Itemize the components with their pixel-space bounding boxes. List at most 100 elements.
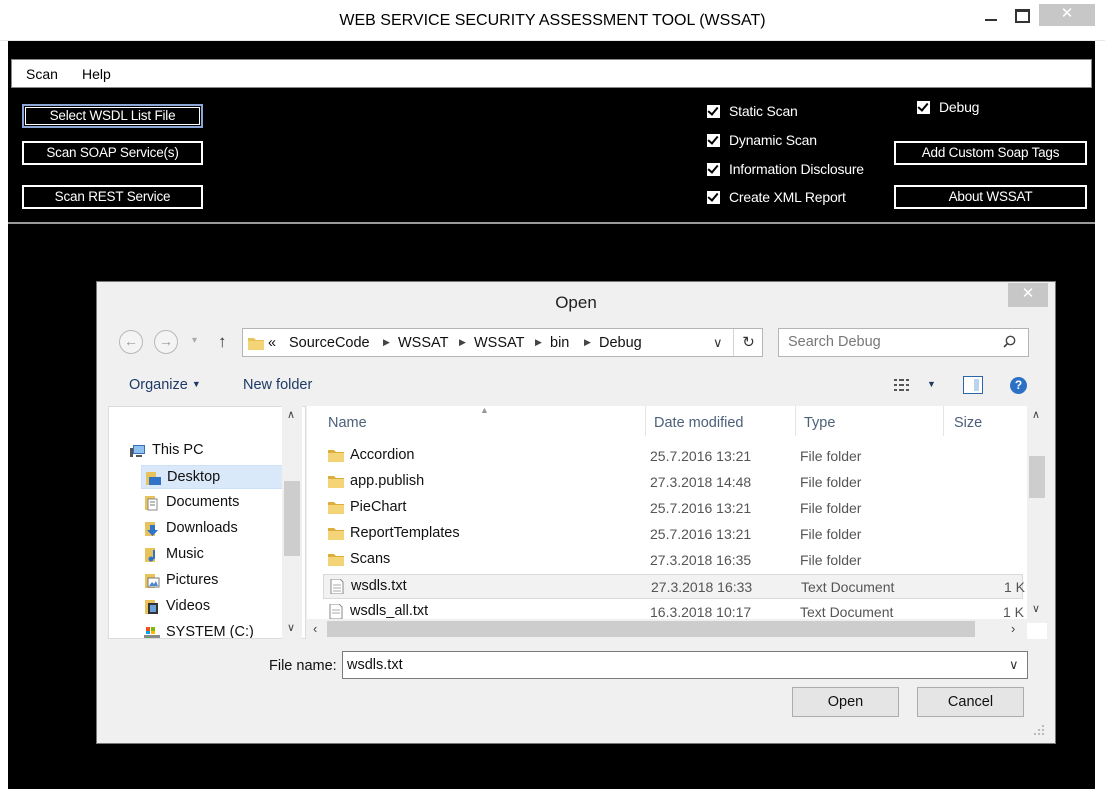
- scrollbar-thumb[interactable]: [284, 481, 300, 556]
- chevron-down-icon[interactable]: ∨: [1009, 657, 1019, 673]
- maximize-icon[interactable]: [1008, 4, 1036, 28]
- recent-locations-chevron-icon[interactable]: ▾: [192, 335, 197, 346]
- file-row[interactable]: Accordion 25.7.2016 13:21 File folder: [323, 444, 1023, 469]
- nav-item-music[interactable]: Music: [141, 543, 285, 567]
- scan-soap-button[interactable]: Scan SOAP Service(s): [22, 141, 203, 165]
- file-row[interactable]: app.publish 27.3.2018 14:48 File folder: [323, 470, 1023, 495]
- file-list-horizontal-scrollbar[interactable]: ‹ ›: [307, 619, 1027, 639]
- nav-item-this-pc[interactable]: This PC: [127, 439, 287, 463]
- nav-item-label: Desktop: [167, 469, 221, 485]
- nav-item-documents[interactable]: Documents: [141, 491, 285, 515]
- nav-item-label: Videos: [166, 598, 211, 614]
- file-list-vertical-scrollbar[interactable]: ∧ ∨: [1027, 406, 1047, 623]
- breadcrumb-item[interactable]: WSSAT: [474, 335, 524, 351]
- preview-pane-icon[interactable]: [963, 376, 983, 394]
- column-header-size[interactable]: Size: [954, 415, 982, 431]
- file-name: PieChart: [350, 499, 407, 515]
- organize-menu[interactable]: Organize ▼: [129, 377, 201, 393]
- file-size: 1 K: [1003, 604, 1025, 620]
- file-name-input[interactable]: [347, 657, 987, 673]
- chevron-right-icon[interactable]: ▶: [459, 337, 466, 348]
- address-bar[interactable]: « SourceCode ▶ WSSAT ▶ WSSAT ▶ bin ▶ Deb…: [242, 328, 763, 357]
- file-row[interactable]: Scans 27.3.2018 16:35 File folder: [323, 548, 1023, 573]
- breadcrumb-item[interactable]: WSSAT: [398, 335, 448, 351]
- scrollbar-thumb[interactable]: [327, 621, 975, 637]
- chevron-up-icon[interactable]: ∧: [1032, 408, 1040, 421]
- drive-icon: [144, 627, 160, 638]
- search-input[interactable]: [788, 334, 988, 350]
- file-name-combobox[interactable]: ∨: [342, 651, 1028, 679]
- search-icon[interactable]: [1003, 335, 1016, 348]
- chevron-right-icon[interactable]: ›: [1011, 621, 1015, 636]
- breadcrumb-item[interactable]: SourceCode: [289, 335, 370, 351]
- nav-item-label: This PC: [152, 442, 204, 458]
- help-icon[interactable]: ?: [1010, 377, 1027, 394]
- scan-rest-button[interactable]: Scan REST Service: [22, 185, 203, 209]
- up-arrow-icon[interactable]: ↑: [218, 332, 227, 352]
- nav-item-downloads[interactable]: Downloads: [141, 517, 285, 541]
- address-dropdown-icon[interactable]: ∨: [713, 335, 723, 351]
- breadcrumb-item[interactable]: Debug: [599, 335, 642, 351]
- file-type: File folder: [800, 448, 862, 464]
- breadcrumb-item[interactable]: bin: [550, 335, 569, 351]
- chevron-right-icon[interactable]: ▶: [383, 337, 390, 348]
- open-button[interactable]: Open: [792, 687, 899, 717]
- window-title: WEB SERVICE SECURITY ASSESSMENT TOOL (WS…: [339, 12, 766, 29]
- minimize-icon[interactable]: [978, 4, 1006, 28]
- nav-pane-scrollbar[interactable]: ∧ ∨: [282, 406, 302, 639]
- sort-ascending-icon: ▲: [480, 406, 489, 415]
- view-options-icon[interactable]: [894, 378, 914, 392]
- column-header-date[interactable]: Date modified: [654, 415, 743, 431]
- file-row[interactable]: ReportTemplates 25.7.2016 13:21 File fol…: [323, 522, 1023, 547]
- column-header-type[interactable]: Type: [804, 415, 835, 431]
- music-folder-icon: [145, 548, 155, 562]
- add-custom-soap-tags-button[interactable]: Add Custom Soap Tags: [894, 141, 1087, 165]
- file-list: ▲ Name Date modified Type Size Accordion…: [307, 406, 1047, 639]
- file-type: Text Document: [801, 579, 895, 595]
- column-header-name[interactable]: Name: [328, 415, 367, 431]
- column-divider[interactable]: [645, 406, 646, 436]
- view-chevron-down-icon[interactable]: ▼: [927, 379, 936, 389]
- chevron-down-icon[interactable]: ∨: [1032, 602, 1040, 615]
- file-type: File folder: [800, 552, 862, 568]
- chevron-up-icon[interactable]: ∧: [287, 408, 295, 421]
- about-wssat-button[interactable]: About WSSAT: [894, 185, 1087, 209]
- search-box[interactable]: [778, 328, 1029, 357]
- chevron-left-icon[interactable]: ‹: [313, 621, 317, 636]
- nav-item-label: Documents: [166, 494, 240, 510]
- file-type: File folder: [800, 526, 862, 542]
- file-type: File folder: [800, 500, 862, 516]
- scrollbar-thumb[interactable]: [1029, 456, 1045, 498]
- chevron-right-icon[interactable]: ▶: [584, 337, 591, 348]
- nav-item-label: Downloads: [166, 520, 238, 536]
- close-button[interactable]: ✕: [1039, 4, 1095, 26]
- dialog-close-button[interactable]: ✕: [1008, 283, 1048, 307]
- menu-scan[interactable]: Scan: [26, 66, 58, 82]
- column-divider[interactable]: [943, 406, 944, 436]
- folder-icon: [328, 502, 344, 514]
- menu-help[interactable]: Help: [82, 66, 111, 82]
- breadcrumb-overflow[interactable]: «: [268, 335, 276, 351]
- nav-item-system-drive[interactable]: SYSTEM (C:): [141, 621, 285, 638]
- nav-item-pictures[interactable]: Pictures: [141, 569, 285, 593]
- forward-arrow-icon[interactable]: →: [154, 330, 178, 354]
- checkbox-label: Information Disclosure: [729, 161, 864, 177]
- resize-grip-icon[interactable]: [1031, 722, 1045, 736]
- nav-item-desktop[interactable]: Desktop: [141, 465, 285, 489]
- checkbox-label: Debug: [939, 99, 980, 115]
- nav-item-label: Music: [166, 546, 204, 562]
- back-arrow-icon[interactable]: ←: [119, 330, 143, 354]
- chevron-down-icon[interactable]: ∨: [287, 621, 295, 634]
- new-folder-button[interactable]: New folder: [243, 377, 312, 393]
- chevron-right-icon[interactable]: ▶: [535, 337, 542, 348]
- dialog-title: Open: [555, 293, 597, 312]
- select-wsdl-button[interactable]: Select WSDL List File: [22, 104, 203, 128]
- checkbox-label: Create XML Report: [729, 189, 846, 205]
- file-row-selected[interactable]: wsdls.txt 27.3.2018 16:33 Text Document …: [323, 574, 1025, 599]
- column-divider[interactable]: [795, 406, 796, 436]
- refresh-icon[interactable]: ↻: [733, 329, 763, 356]
- chevron-down-icon: ▼: [191, 379, 201, 389]
- cancel-button[interactable]: Cancel: [917, 687, 1024, 717]
- file-row[interactable]: PieChart 25.7.2016 13:21 File folder: [323, 496, 1023, 521]
- nav-item-videos[interactable]: Videos: [141, 595, 285, 619]
